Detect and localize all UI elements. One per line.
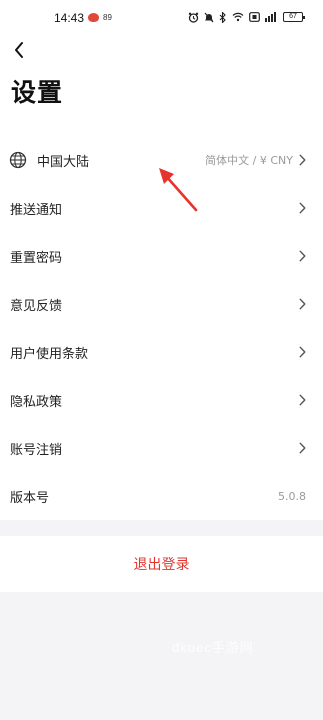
row-label: 意见反馈: [10, 298, 63, 314]
row-right: [299, 184, 306, 232]
chevron-right-icon: [299, 202, 306, 214]
feedback-row[interactable]: 意见反馈: [0, 280, 323, 328]
chevron-right-icon: [299, 442, 306, 454]
watermark: dkuec手游网: [172, 640, 254, 655]
battery-icon: 67: [283, 12, 305, 22]
bluetooth-icon: [219, 11, 226, 23]
status-bar: 14:43 89 67: [0, 0, 323, 40]
page-title: 设置: [11, 78, 64, 107]
chevron-left-icon: [15, 42, 23, 58]
row-right: [299, 280, 306, 328]
nfc-icon: [249, 12, 260, 22]
logout-area: 退出登录: [0, 536, 323, 592]
alarm-icon: [188, 12, 199, 23]
region-label: 中国大陆: [37, 154, 90, 170]
row-right: [299, 376, 306, 424]
account-deletion-row[interactable]: 账号注销: [0, 424, 323, 472]
chevron-right-icon: [299, 298, 306, 310]
signal-icon: [265, 12, 276, 22]
page-header: 设置: [0, 40, 323, 136]
version-row: 版本号 5.0.8: [0, 472, 323, 520]
chevron-right-icon: [299, 154, 306, 166]
privacy-policy-row[interactable]: 隐私政策: [0, 376, 323, 424]
app-notification-icon: [88, 13, 99, 22]
chevron-right-icon: [299, 250, 306, 262]
row-right: [299, 232, 306, 280]
chevron-right-icon: [299, 346, 306, 358]
region-setting-row[interactable]: 中国大陆 简体中文 / ¥ CNY: [0, 136, 323, 184]
region-value: 简体中文 / ¥ CNY: [205, 154, 293, 167]
push-notification-row[interactable]: 推送通知: [0, 184, 323, 232]
wifi-icon: [232, 12, 244, 22]
status-small-text: 89: [103, 13, 112, 22]
reset-password-row[interactable]: 重置密码: [0, 232, 323, 280]
row-label: 账号注销: [10, 442, 63, 458]
version-label: 版本号: [10, 490, 50, 506]
logout-button[interactable]: 退出登录: [134, 554, 190, 574]
region-right: 简体中文 / ¥ CNY: [205, 136, 306, 184]
globe-icon: [9, 151, 27, 169]
battery-level: 67: [289, 13, 297, 20]
row-right: 5.0.8: [278, 472, 306, 520]
row-label: 隐私政策: [10, 394, 63, 410]
row-label: 用户使用条款: [10, 346, 89, 362]
version-value: 5.0.8: [278, 489, 306, 503]
row-label: 推送通知: [10, 202, 63, 218]
row-right: [299, 328, 306, 376]
status-time: 14:43: [54, 11, 85, 25]
row-label: 重置密码: [10, 250, 63, 266]
settings-list: 中国大陆 简体中文 / ¥ CNY 推送通知 重置密码 意见反馈 用户使用条款: [0, 136, 323, 520]
mute-icon: [204, 12, 214, 22]
chevron-right-icon: [299, 394, 306, 406]
back-button[interactable]: [8, 40, 30, 60]
status-icons: 67: [188, 10, 305, 24]
user-terms-row[interactable]: 用户使用条款: [0, 328, 323, 376]
row-right: [299, 424, 306, 472]
